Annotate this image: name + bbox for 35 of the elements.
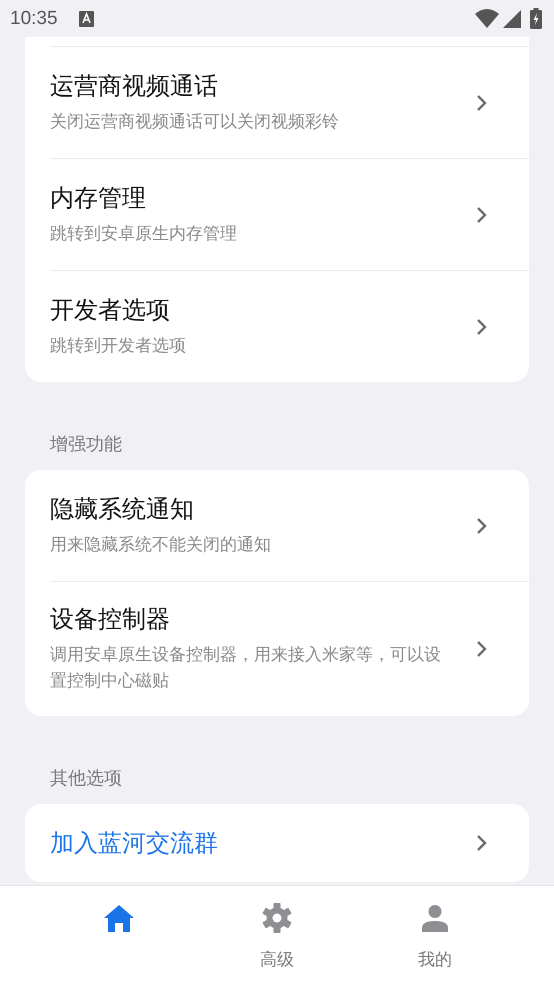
battery-charging-icon: [530, 8, 542, 29]
settings-row[interactable]: 内存管理 跳转到安卓原生内存管理: [50, 159, 529, 270]
section-header: 其他选项: [49, 767, 123, 791]
chevron-right-icon: [476, 206, 488, 224]
row-title: 运营商视频通话: [50, 70, 219, 100]
chevron-right-icon: [476, 516, 488, 534]
signal-icon: [503, 10, 521, 28]
chevron-right-icon: [476, 640, 488, 658]
link-title: 加入蓝河交流群: [50, 828, 219, 858]
nav-tab[interactable]: 高级: [237, 886, 317, 984]
settings-row[interactable]: 隐藏系统通知 用来隐藏系统不能关闭的通知: [50, 470, 529, 581]
row-title: 设备控制器: [50, 604, 171, 634]
chevron-right-icon: [476, 834, 488, 852]
row-title: 内存管理: [50, 182, 147, 212]
person-icon: [422, 904, 448, 932]
row-subtitle: 关闭运营商视频通话可以关闭视频彩铃: [50, 110, 340, 134]
row-subtitle: 用来隐藏系统不能关闭的通知: [50, 534, 272, 556]
status-time: 10:35: [10, 8, 58, 30]
chevron-right-icon: [476, 318, 488, 336]
section-header: 增强功能: [49, 433, 123, 457]
nav-tab[interactable]: 我的: [395, 886, 475, 984]
chevron-right-icon: [476, 94, 488, 112]
settings-row[interactable]: 开发者选项 跳转到开发者选项: [50, 271, 529, 382]
row-title: 隐藏系统通知: [50, 494, 195, 524]
wifi-icon: [475, 9, 499, 28]
settings-row[interactable]: 设备控制器 调用安卓原生设备控制器，用来接入米家等，可以设置控制中心磁贴: [50, 582, 529, 716]
home-icon: [104, 904, 134, 932]
row-subtitle: 跳转到开发者选项: [50, 334, 187, 358]
row-title: 开发者选项: [50, 294, 171, 324]
settings-icon: [262, 903, 292, 933]
row-subtitle: 调用安卓原生设备控制器，用来接入米家等，可以设置控制中心磁贴: [50, 644, 442, 693]
row-subtitle: 跳转到安卓原生内存管理: [50, 222, 238, 246]
settings-row[interactable]: 运营商视频通话 关闭运营商视频通话可以关闭视频彩铃: [50, 47, 529, 158]
keyboard-a-icon: [78, 10, 94, 26]
link-row[interactable]: 加入蓝河交流群: [50, 804, 529, 882]
